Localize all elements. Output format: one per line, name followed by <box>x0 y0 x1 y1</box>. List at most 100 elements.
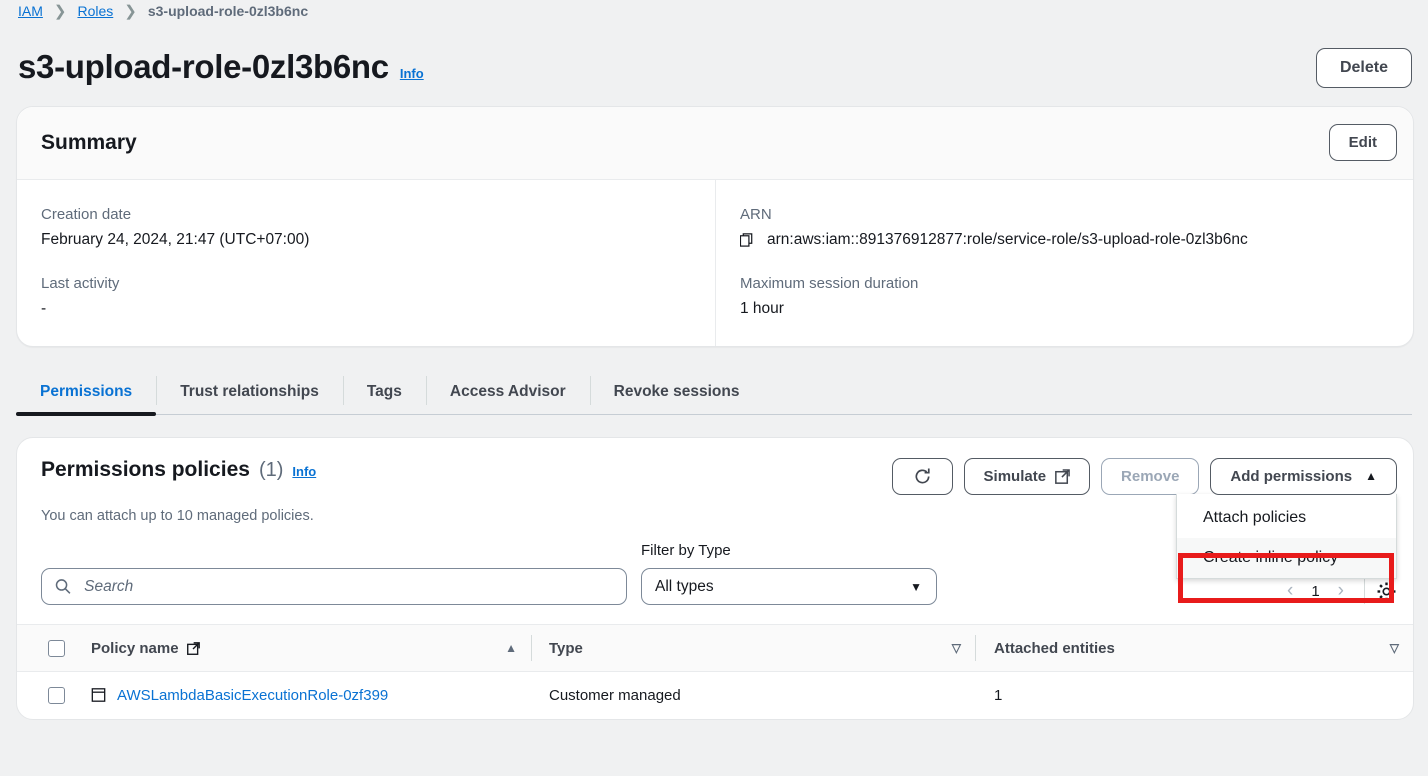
pagination-page-1[interactable]: 1 <box>1304 583 1326 600</box>
tab-label: Tags <box>366 382 402 400</box>
policy-name-link[interactable]: AWSLambdaBasicExecutionRole-0zf399 <box>117 687 388 704</box>
summary-column-left: Creation date February 24, 2024, 21:47 (… <box>17 180 715 346</box>
breadcrumb-item-roles[interactable]: Roles <box>77 3 113 19</box>
breadcrumb: IAM ❯ Roles ❯ s3-upload-role-0zl3b6nc <box>0 0 1428 22</box>
permissions-count: (1) <box>258 459 284 481</box>
external-link-icon <box>1055 469 1070 484</box>
table-header-row: Policy name ▲ Type ▽ Attached entities ▽ <box>17 624 1413 672</box>
menu-item-attach-policies[interactable]: Attach policies <box>1177 498 1396 538</box>
summary-title: Summary <box>41 130 137 154</box>
creation-date-label: Creation date <box>41 206 132 223</box>
remove-button[interactable]: Remove <box>1101 458 1200 495</box>
permissions-title-row: Permissions policies (1) Info <box>41 458 316 482</box>
creation-date-value: February 24, 2024, 21:47 (UTC+07:00) <box>41 231 310 248</box>
summary-column-right: ARN arn:aws:iam::891376912877:role/servi… <box>715 180 1413 346</box>
summary-card-header: Summary Edit <box>17 107 1413 180</box>
select-all-header <box>17 624 91 672</box>
permissions-actions: Simulate Remove Add permissions ▲ Attach… <box>891 458 1397 579</box>
max-session-label: Maximum session duration <box>740 275 919 292</box>
sort-ascending-icon: ▲ <box>505 641 517 655</box>
breadcrumb-item-current: s3-upload-role-0zl3b6nc <box>147 3 309 19</box>
sort-icon: ▽ <box>951 641 961 655</box>
max-session-value: 1 hour <box>740 300 784 317</box>
select-all-checkbox[interactable] <box>48 639 65 657</box>
sort-icon: ▽ <box>1389 641 1399 655</box>
column-label: Policy name <box>91 639 179 657</box>
external-link-icon <box>186 641 200 655</box>
cell-policy-name: AWSLambdaBasicExecutionRole-0zf399 <box>91 672 531 719</box>
summary-body: Creation date February 24, 2024, 21:47 (… <box>17 180 1413 346</box>
field-last-activity: Last activity - <box>41 275 691 318</box>
tab-trust-relationships[interactable]: Trust relationships <box>156 369 343 414</box>
delete-button[interactable]: Delete <box>1315 48 1412 88</box>
add-permissions-button[interactable]: Add permissions ▲ <box>1210 458 1397 495</box>
divider <box>1364 578 1365 604</box>
table-header: Policy name ▲ Type ▽ Attached entities ▽ <box>17 624 1413 672</box>
breadcrumb-separator: ❯ <box>53 2 67 20</box>
pagination-next[interactable]: › <box>1329 580 1353 602</box>
pagination: ‹ 1 › <box>1278 578 1397 605</box>
cell-type: Customer managed <box>531 672 975 719</box>
filter-by-type-group: Filter by Type All types ▼ <box>641 542 937 605</box>
column-header-attached-entities[interactable]: Attached entities ▽ <box>975 624 1413 672</box>
breadcrumb-item-iam[interactable]: IAM <box>18 3 43 19</box>
permissions-policies-card: Permissions policies (1) Info Simulate R… <box>16 437 1414 720</box>
column-label: Attached entities <box>994 639 1115 657</box>
permissions-table: Policy name ▲ Type ▽ Attached entities ▽… <box>17 624 1413 719</box>
column-label: Type <box>549 639 583 657</box>
simulate-button[interactable]: Simulate <box>963 458 1091 495</box>
tab-revoke-sessions[interactable]: Revoke sessions <box>589 369 764 414</box>
simulate-label: Simulate <box>983 468 1047 485</box>
tab-label: Trust relationships <box>180 382 319 400</box>
permissions-title: Permissions policies <box>41 458 250 481</box>
arn-value: arn:aws:iam::891376912877:role/service-r… <box>767 231 1248 248</box>
field-creation-date: Creation date February 24, 2024, 21:47 (… <box>41 206 691 249</box>
type-value: Customer managed <box>549 686 681 704</box>
filter-by-type-value: All types <box>655 577 714 595</box>
cell-attached-entities: 1 <box>975 672 1413 719</box>
table-body: AWSLambdaBasicExecutionRole-0zf399 Custo… <box>17 672 1413 719</box>
tab-tags[interactable]: Tags <box>342 369 426 414</box>
page-title: s3-upload-role-0zl3b6nc <box>18 48 389 85</box>
page-title-wrap: s3-upload-role-0zl3b6nc Info <box>18 48 424 86</box>
row-select-cell <box>17 672 91 719</box>
copy-icon[interactable] <box>740 232 755 248</box>
last-activity-value: - <box>41 300 47 317</box>
info-link[interactable]: Info <box>400 66 424 81</box>
chevron-up-icon: ▲ <box>1365 469 1377 483</box>
table-row[interactable]: AWSLambdaBasicExecutionRole-0zf399 Custo… <box>17 672 1413 719</box>
menu-item-create-inline-policy[interactable]: Create inline policy <box>1177 538 1396 578</box>
page-header: s3-upload-role-0zl3b6nc Info Delete <box>0 22 1428 88</box>
permissions-info-link[interactable]: Info <box>292 464 316 479</box>
filter-by-type-label: Filter by Type <box>641 542 731 559</box>
pagination-prev[interactable]: ‹ <box>1278 580 1302 602</box>
policy-document-icon <box>91 688 106 703</box>
search-input[interactable] <box>82 576 613 597</box>
summary-card: Summary Edit Creation date February 24, … <box>16 106 1414 347</box>
arn-row: arn:aws:iam::891376912877:role/service-r… <box>740 231 1389 249</box>
add-permissions-dropdown: Add permissions ▲ Attach policies Create… <box>1176 458 1397 579</box>
breadcrumb-separator: ❯ <box>124 2 137 20</box>
field-arn: ARN arn:aws:iam::891376912877:role/servi… <box>740 206 1389 249</box>
add-permissions-label: Add permissions <box>1230 468 1353 485</box>
arn-label: ARN <box>740 206 772 223</box>
attached-entities-value: 1 <box>994 686 1003 704</box>
search-box[interactable] <box>41 568 627 605</box>
last-activity-label: Last activity <box>41 275 120 292</box>
edit-button[interactable]: Edit <box>1328 124 1397 161</box>
chevron-down-icon: ▼ <box>910 579 922 594</box>
gear-icon[interactable] <box>1376 581 1397 602</box>
refresh-button[interactable] <box>891 458 953 495</box>
tab-label: Revoke sessions <box>613 382 740 400</box>
column-header-policy-name[interactable]: Policy name ▲ <box>91 624 531 672</box>
search-icon <box>55 579 71 594</box>
tab-access-advisor[interactable]: Access Advisor <box>425 369 590 414</box>
tab-label: Permissions <box>40 382 133 400</box>
column-header-type[interactable]: Type ▽ <box>531 624 975 672</box>
row-checkbox[interactable] <box>48 686 65 704</box>
filter-by-type-select[interactable]: All types ▼ <box>641 568 937 605</box>
refresh-icon <box>915 468 930 484</box>
tab-permissions[interactable]: Permissions <box>16 369 157 416</box>
tab-label: Access Advisor <box>449 382 566 400</box>
tab-bar: Permissions Trust relationships Tags Acc… <box>16 369 1412 416</box>
